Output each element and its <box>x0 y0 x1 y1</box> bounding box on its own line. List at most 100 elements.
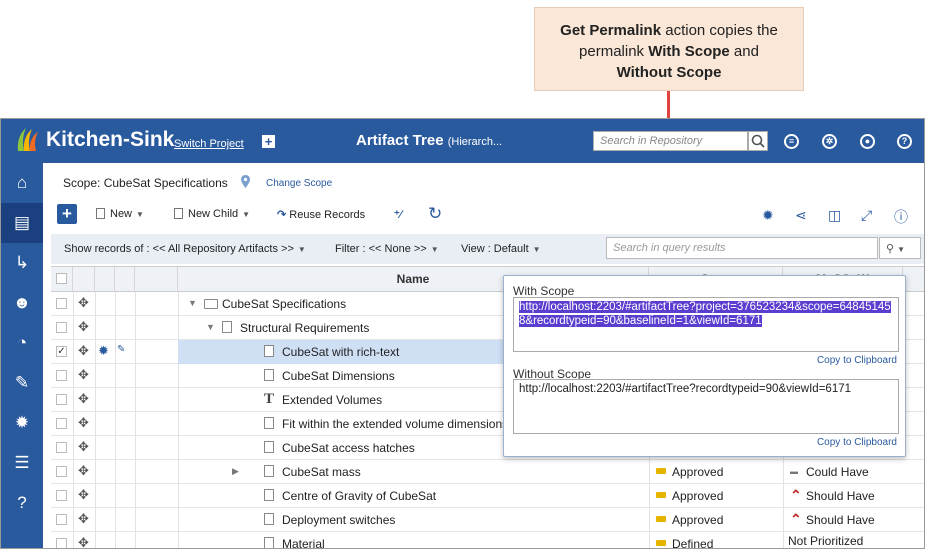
move-column-header <box>73 267 95 292</box>
new-child-button[interactable]: New Child ▼ <box>174 208 250 220</box>
column-divider <box>115 316 116 340</box>
column-divider <box>115 436 116 460</box>
record-name[interactable]: Extended Volumes <box>282 393 382 407</box>
move-handle-icon[interactable]: ✥ <box>78 535 89 548</box>
add-record-button[interactable]: + <box>57 204 77 224</box>
search-button[interactable] <box>748 131 768 151</box>
select-all-header[interactable] <box>51 267 73 292</box>
view-dropdown[interactable]: View : Default ▼ <box>461 243 541 255</box>
filter-dropdown[interactable]: Filter : << None >> ▼ <box>335 243 439 255</box>
record-name[interactable]: CubeSat access hatches <box>282 441 415 455</box>
trace-icon[interactable]: ↳ <box>1 243 43 283</box>
share-icon[interactable]: ⋖ <box>795 207 807 224</box>
add-icon[interactable]: + <box>262 135 275 148</box>
columns-icon[interactable]: ◫ <box>828 207 841 224</box>
table-row[interactable]: ✥ Material Defined Not Prioritized <box>51 532 924 548</box>
new-button[interactable]: New ▼ <box>96 208 144 220</box>
record-name[interactable]: Material <box>282 537 325 548</box>
refresh-icon[interactable]: ↻ <box>428 204 442 224</box>
repository-search-input[interactable]: Search in Repository <box>593 131 748 151</box>
action-column-header <box>95 267 115 292</box>
expand-toggle-icon[interactable]: ▼ <box>188 298 197 308</box>
query-search-button[interactable]: ⚲ ▼ <box>879 237 921 259</box>
move-handle-icon[interactable]: ✥ <box>78 391 89 407</box>
gear-icon[interactable]: ✹ <box>1 403 43 443</box>
move-handle-icon[interactable]: ✥ <box>78 319 89 335</box>
moscow-cell: ▬ Could Have <box>783 460 903 484</box>
menu-icon[interactable]: ☰ <box>1 443 43 483</box>
row-checkbox[interactable] <box>56 442 67 453</box>
record-name[interactable]: Deployment switches <box>282 513 395 527</box>
permalink-popup: With Scope http://localhost:2203/#artifa… <box>503 275 906 457</box>
expand-toggle-icon[interactable]: ▶ <box>232 466 239 477</box>
record-name[interactable]: CubeSat mass <box>282 465 361 479</box>
column-divider <box>115 340 116 364</box>
row-checkbox[interactable] <box>56 370 67 381</box>
app-title: Kitchen-Sink <box>46 128 175 151</box>
help-icon[interactable]: ? <box>1 483 43 523</box>
compare-icon[interactable]: ⁺∕ <box>394 208 402 221</box>
without-scope-url-field[interactable]: http://localhost:2203/#artifactTree?reco… <box>513 379 899 434</box>
copy-with-scope-link[interactable]: Copy to Clipboard <box>817 355 897 366</box>
move-handle-icon[interactable]: ✥ <box>78 487 89 503</box>
change-scope-link[interactable]: Change Scope <box>266 178 332 189</box>
table-row[interactable]: ✥ ▶ CubeSat mass Approved ▬ Could Have <box>51 460 924 484</box>
record-name[interactable]: Centre of Gravity of CubeSat <box>282 489 436 503</box>
expand-icon[interactable]: ⤢ <box>861 207 872 224</box>
aperture-icon[interactable]: ✲ <box>822 134 837 149</box>
copy-without-scope-link[interactable]: Copy to Clipboard <box>817 437 897 448</box>
row-settings-icon[interactable]: ✹ <box>98 343 109 359</box>
record-name[interactable]: Structural Requirements <box>240 321 369 335</box>
move-handle-icon[interactable]: ✥ <box>78 439 89 455</box>
row-checkbox[interactable] <box>56 514 67 525</box>
home-icon[interactable]: ⌂ <box>1 163 43 203</box>
notifications-icon[interactable]: ≡ <box>784 134 799 149</box>
chart-icon[interactable]: ◔ <box>1 323 43 363</box>
name-cell[interactable]: Material <box>178 532 649 548</box>
document-icon <box>264 441 274 453</box>
app-logo-icon <box>17 128 38 151</box>
move-handle-icon[interactable]: ✥ <box>78 367 89 383</box>
record-name[interactable]: CubeSat Dimensions <box>282 369 395 383</box>
help-circle-icon[interactable]: ⓘ <box>894 207 908 227</box>
row-checkbox[interactable] <box>56 538 67 548</box>
settings-icon[interactable]: ✹ <box>762 207 774 224</box>
move-handle-icon[interactable]: ✥ <box>78 511 89 527</box>
record-name[interactable]: CubeSat Specifications <box>222 297 346 311</box>
folder-icon <box>204 299 218 309</box>
move-handle-icon[interactable]: ✥ <box>78 295 89 311</box>
users-icon[interactable]: ☻ <box>1 283 43 323</box>
document-icon <box>264 489 274 501</box>
switch-project-link[interactable]: Switch Project <box>174 138 244 150</box>
user-icon[interactable]: ● <box>860 134 875 149</box>
record-name[interactable]: CubeSat with rich-text <box>282 345 399 359</box>
row-checkbox[interactable] <box>56 322 67 333</box>
row-checkbox[interactable] <box>56 490 67 501</box>
tools-icon[interactable]: ✎ <box>1 363 43 403</box>
move-handle-icon[interactable]: ✥ <box>78 415 89 431</box>
name-cell[interactable]: Deployment switches <box>178 508 649 532</box>
table-row[interactable]: ✥ Deployment switches Approved ⌃ Should Have <box>51 508 924 532</box>
move-handle-icon[interactable]: ✥ <box>78 343 89 359</box>
query-search-input[interactable]: Search in query results <box>606 237 878 259</box>
name-cell[interactable]: ▶ CubeSat mass <box>178 460 649 484</box>
row-checkbox[interactable] <box>56 466 67 477</box>
show-records-dropdown[interactable]: Show records of : << All Repository Arti… <box>64 243 306 255</box>
name-cell[interactable]: Centre of Gravity of CubeSat <box>178 484 649 508</box>
row-checkbox[interactable] <box>56 394 67 405</box>
row-checkbox[interactable] <box>56 298 67 309</box>
row-checkbox[interactable] <box>56 418 67 429</box>
help-icon[interactable]: ? <box>897 134 912 149</box>
edit-icon[interactable]: ✎ <box>117 344 125 355</box>
move-handle-icon[interactable]: ✥ <box>78 463 89 479</box>
table-row[interactable]: ✥ Centre of Gravity of CubeSat Approved ⌃ Sh… <box>51 484 924 508</box>
row-checkbox[interactable]: ✓ <box>56 346 67 357</box>
reuse-records-button[interactable]: ↷ Reuse Records <box>277 208 365 221</box>
with-scope-url-field[interactable]: http://localhost:2203/#artifactTree?proj… <box>513 297 899 352</box>
column-divider <box>95 460 96 484</box>
record-name[interactable]: Fit within the extended volume dimension… <box>282 417 508 431</box>
database-icon[interactable]: ▤ <box>1 203 43 243</box>
select-all-checkbox[interactable] <box>56 273 67 284</box>
expand-toggle-icon[interactable]: ▼ <box>206 322 215 332</box>
column-divider <box>135 316 136 340</box>
